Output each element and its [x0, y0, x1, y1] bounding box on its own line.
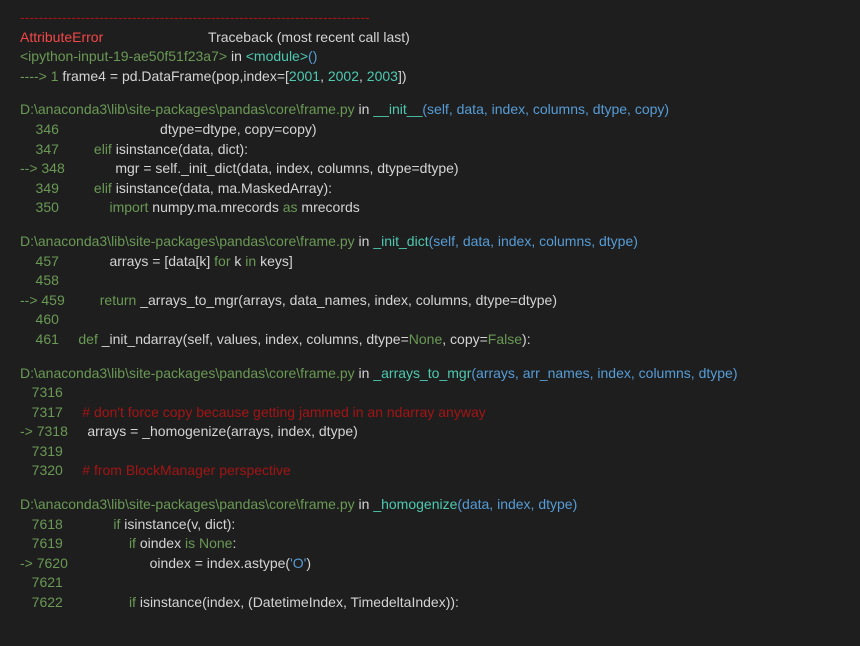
- line-number: 7618: [20, 516, 67, 532]
- function-name: __init__: [373, 101, 422, 117]
- source-line: --> 459 return _arrays_to_mgr(arrays, da…: [20, 291, 840, 311]
- source-line: 347 elif isinstance(data, dict):: [20, 140, 840, 160]
- arrow-marker: ->: [20, 555, 37, 571]
- function-name: _arrays_to_mgr: [373, 365, 471, 381]
- source-line: -> 7620 oindex = index.astype('O'): [20, 554, 840, 574]
- arrow-marker: -->: [20, 292, 41, 308]
- source-line: 458: [20, 271, 840, 291]
- traceback-label: Traceback (most recent call last): [208, 29, 410, 45]
- line-number: 350: [20, 199, 63, 215]
- source-line: 7320 # from BlockManager perspective: [20, 461, 840, 481]
- source-line: 460: [20, 310, 840, 330]
- line-number: 7319: [20, 443, 67, 459]
- source-line: 350 import numpy.ma.mrecords as mrecords: [20, 198, 840, 218]
- line-number: 348: [41, 160, 68, 176]
- line-number: 349: [20, 180, 63, 196]
- line-number: 7621: [20, 574, 67, 590]
- source-line: 7619 if oindex is None:: [20, 534, 840, 554]
- function-signature: (arrays, arr_names, index, columns, dtyp…: [471, 365, 737, 381]
- function-name: _init_dict: [373, 233, 428, 249]
- file-path: D:\anaconda3\lib\site-packages\pandas\co…: [20, 496, 355, 512]
- function-signature: (self, data, index, columns, dtype): [429, 233, 638, 249]
- function-name: _homogenize: [373, 496, 457, 512]
- line-number: 7620: [37, 555, 72, 571]
- separator: ----------------------------------------…: [20, 8, 840, 28]
- function-signature: (data, index, dtype): [457, 496, 577, 512]
- line-number: 7318: [37, 423, 72, 439]
- stack-frame: D:\anaconda3\lib\site-packages\pandas\co…: [20, 232, 840, 350]
- line-number: 460: [20, 311, 63, 327]
- source-line: --> 348 mgr = self._init_dict(data, inde…: [20, 159, 840, 179]
- error-name: AttributeError: [20, 29, 103, 45]
- frame-location: D:\anaconda3\lib\site-packages\pandas\co…: [20, 232, 840, 252]
- source-line: 457 arrays = [data[k] for k in keys]: [20, 252, 840, 272]
- stack-frame: D:\anaconda3\lib\site-packages\pandas\co…: [20, 364, 840, 482]
- line-number: 7619: [20, 535, 67, 551]
- ipython-input: <ipython-input-19-ae50f51f23a7>: [20, 48, 227, 64]
- frame-location: D:\anaconda3\lib\site-packages\pandas\co…: [20, 495, 840, 515]
- line-number: 457: [20, 253, 63, 269]
- stack-frame: D:\anaconda3\lib\site-packages\pandas\co…: [20, 495, 840, 613]
- file-path: D:\anaconda3\lib\site-packages\pandas\co…: [20, 233, 355, 249]
- error-header: AttributeError Traceback (most recent ca…: [20, 28, 840, 48]
- ipython-frame: <ipython-input-19-ae50f51f23a7> in <modu…: [20, 47, 840, 67]
- source-line: 7621: [20, 573, 840, 593]
- line-number: 7317: [20, 404, 67, 420]
- source-line: 7319: [20, 442, 840, 462]
- arrow-marker: ->: [20, 423, 37, 439]
- source-line: 7317 # don't force copy because getting …: [20, 403, 840, 423]
- line-number: 7320: [20, 462, 67, 478]
- source-line: -> 7318 arrays = _homogenize(arrays, ind…: [20, 422, 840, 442]
- source-line: 346 dtype=dtype, copy=copy): [20, 120, 840, 140]
- source-line: 7622 if isinstance(index, (DatetimeIndex…: [20, 593, 840, 613]
- function-signature: (self, data, index, columns, dtype, copy…: [422, 101, 669, 117]
- stack-frame: D:\anaconda3\lib\site-packages\pandas\co…: [20, 100, 840, 218]
- traceback-output: ----------------------------------------…: [0, 0, 860, 621]
- source-line: 7618 if isinstance(v, dict):: [20, 515, 840, 535]
- error-call-line: ----> 1 frame4 = pd.DataFrame(pop,index=…: [20, 67, 840, 87]
- source-line: 349 elif isinstance(data, ma.MaskedArray…: [20, 179, 840, 199]
- module-tag: <module>: [246, 48, 308, 64]
- line-number: 7316: [20, 384, 67, 400]
- line-number: 458: [20, 272, 63, 288]
- source-line: 461 def _init_ndarray(self, values, inde…: [20, 330, 840, 350]
- line-number: 347: [20, 141, 63, 157]
- arrow-marker: -->: [20, 160, 41, 176]
- line-number: 459: [41, 292, 68, 308]
- arrow-marker: ----> 1: [20, 68, 62, 84]
- file-path: D:\anaconda3\lib\site-packages\pandas\co…: [20, 365, 355, 381]
- line-number: 7622: [20, 594, 67, 610]
- line-number: 346: [20, 121, 63, 137]
- line-number: 461: [20, 331, 63, 347]
- frame-location: D:\anaconda3\lib\site-packages\pandas\co…: [20, 100, 840, 120]
- source-line: 7316: [20, 383, 840, 403]
- frame-location: D:\anaconda3\lib\site-packages\pandas\co…: [20, 364, 840, 384]
- file-path: D:\anaconda3\lib\site-packages\pandas\co…: [20, 101, 355, 117]
